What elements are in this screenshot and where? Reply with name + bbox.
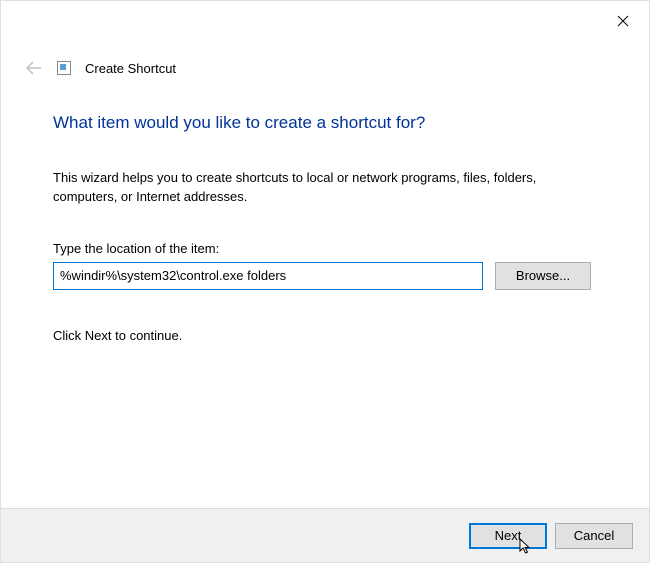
arrow-left-icon [26,61,42,75]
location-label: Type the location of the item: [53,241,609,256]
main-heading: What item would you like to create a sho… [53,113,609,133]
back-button[interactable] [25,59,43,77]
create-shortcut-dialog: Create Shortcut What item would you like… [0,0,650,563]
browse-button[interactable]: Browse... [495,262,591,290]
continue-hint: Click Next to continue. [53,328,609,343]
location-row: Browse... [53,262,609,290]
description-text: This wizard helps you to create shortcut… [53,169,573,207]
dialog-title: Create Shortcut [85,61,176,76]
footer: Next Cancel [1,508,649,562]
cancel-button[interactable]: Cancel [555,523,633,549]
header: Create Shortcut [25,59,176,77]
close-icon [617,15,629,27]
shortcut-icon [57,61,71,75]
close-button[interactable] [613,11,633,31]
next-button[interactable]: Next [469,523,547,549]
content-area: What item would you like to create a sho… [53,113,609,343]
location-input[interactable] [53,262,483,290]
